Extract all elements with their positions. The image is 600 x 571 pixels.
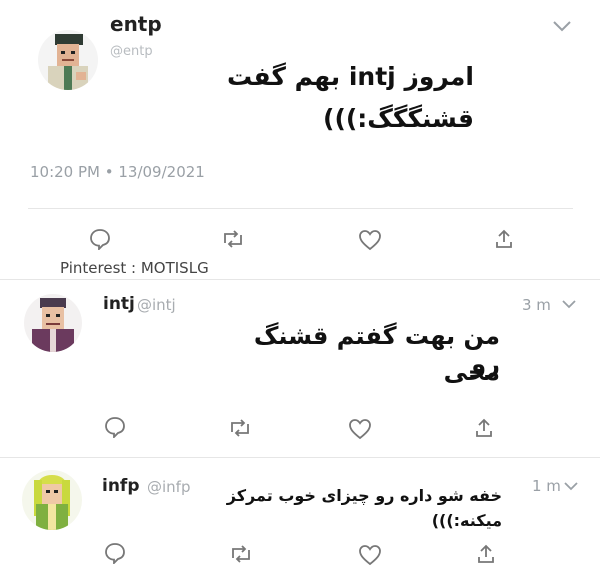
tweet-text-line2: قشنگگگ:))) <box>323 104 474 133</box>
divider <box>0 279 600 280</box>
avatar-intj[interactable] <box>24 294 82 352</box>
avatar-entp[interactable] <box>38 30 98 90</box>
like-icon[interactable] <box>358 229 382 251</box>
handle[interactable]: @intj <box>137 296 176 314</box>
timestamp: 10:20 PM • 13/09/2021 <box>30 163 205 181</box>
tweet-text-line1: خفه شو داره رو چیزای خوب تمرکز <box>226 486 502 505</box>
avatar-infp[interactable] <box>22 470 82 530</box>
tweet-time: 3 m <box>522 296 551 314</box>
like-icon[interactable] <box>348 418 372 440</box>
like-icon[interactable] <box>358 544 382 566</box>
chevron-down-icon[interactable] <box>564 482 578 491</box>
share-icon[interactable] <box>474 417 494 439</box>
display-name[interactable]: intj <box>103 294 135 314</box>
reply-icon[interactable] <box>89 228 111 250</box>
reply-icon[interactable] <box>104 416 126 438</box>
tweet-text-line2: مخی <box>443 358 500 386</box>
divider <box>28 208 573 209</box>
tweet-text-line1: امروز intj بهم گفت <box>226 62 474 91</box>
reply-icon[interactable] <box>104 542 126 564</box>
display-name[interactable]: entp <box>110 12 162 36</box>
share-icon[interactable] <box>476 543 496 565</box>
tweet-text-line2: میکنه:))) <box>431 511 502 530</box>
share-icon[interactable] <box>494 228 514 250</box>
handle[interactable]: @entp <box>110 44 153 59</box>
retweet-icon[interactable] <box>221 229 245 249</box>
handle[interactable]: @infp <box>147 478 190 496</box>
chevron-down-icon[interactable] <box>552 20 572 32</box>
retweet-icon[interactable] <box>229 544 253 564</box>
display-name[interactable]: infp <box>102 476 140 496</box>
watermark: Pinterest : MOTISLG <box>60 259 209 277</box>
tweet-time: 1 m <box>532 477 561 495</box>
divider <box>0 457 600 458</box>
chevron-down-icon[interactable] <box>562 300 576 309</box>
retweet-icon[interactable] <box>228 418 252 438</box>
